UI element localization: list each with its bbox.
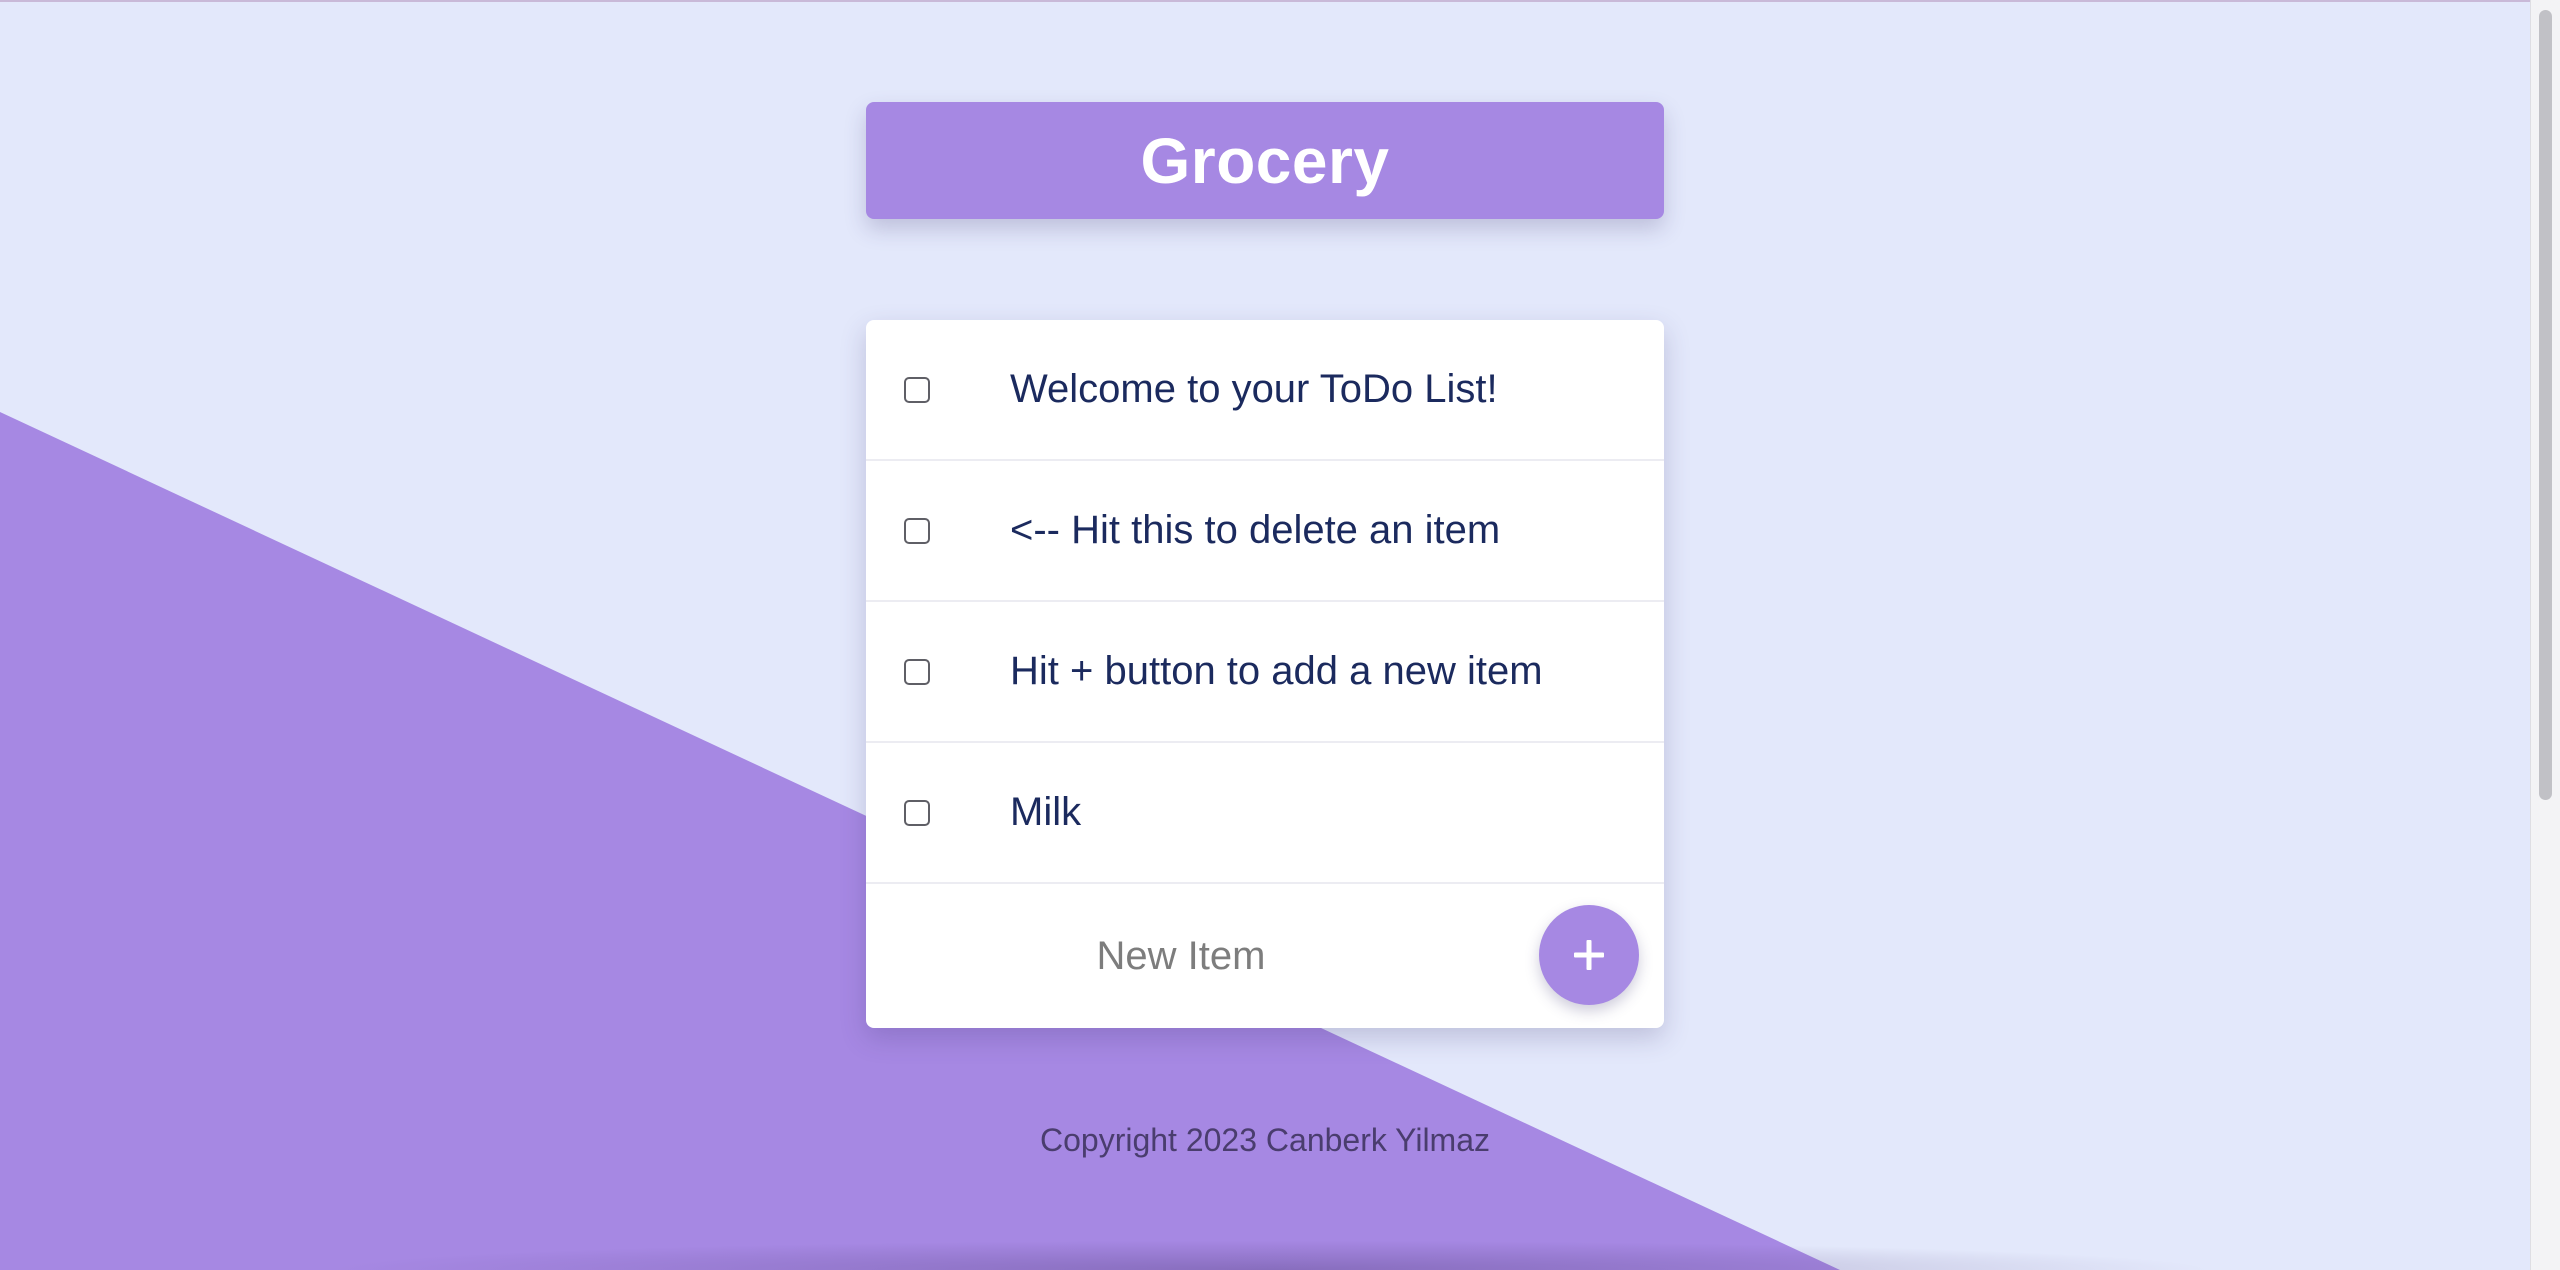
list-heading: Grocery (866, 102, 1664, 219)
list-item: Milk (866, 743, 1664, 884)
scrollbar-thumb[interactable] (2539, 10, 2552, 800)
vertical-scrollbar[interactable] (2530, 0, 2560, 1270)
new-item-input[interactable] (866, 884, 1496, 1028)
todo-list-card: Welcome to your ToDo List! <-- Hit this … (866, 320, 1664, 1028)
item-checkbox[interactable] (904, 658, 930, 685)
item-label: <-- Hit this to delete an item (1010, 508, 1501, 552)
item-label: Hit + button to add a new item (1010, 649, 1543, 693)
list-item: Welcome to your ToDo List! (866, 320, 1664, 461)
plus-icon (1574, 940, 1604, 970)
page-title: Grocery (1140, 124, 1390, 197)
item-checkbox[interactable] (904, 376, 930, 403)
item-label: Milk (1010, 790, 1082, 834)
bottom-shadow (320, 1240, 2220, 1270)
add-item-button[interactable] (1539, 905, 1639, 1005)
list-item: Hit + button to add a new item (866, 602, 1664, 743)
item-checkbox[interactable] (904, 799, 930, 826)
item-checkbox[interactable] (904, 517, 930, 544)
new-item-form (866, 884, 1664, 1028)
footer-copyright: Copyright 2023 Canberk Yilmaz (1039, 1122, 1490, 1158)
item-label: Welcome to your ToDo List! (1010, 367, 1498, 411)
list-item: <-- Hit this to delete an item (866, 461, 1664, 602)
